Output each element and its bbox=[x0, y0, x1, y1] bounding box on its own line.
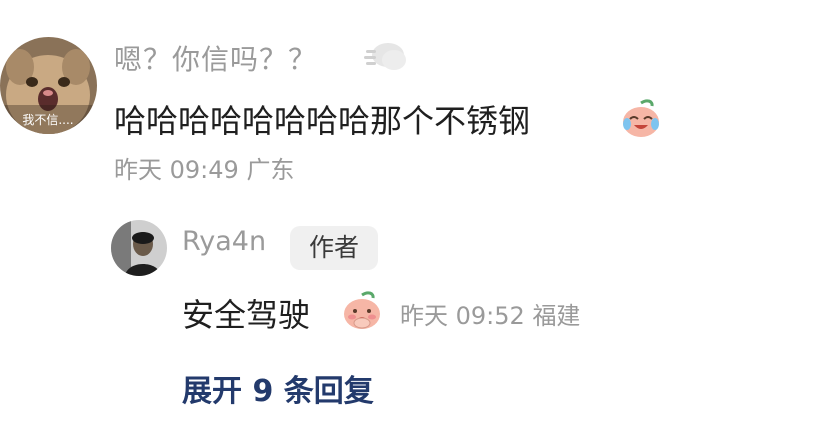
reply-avatar[interactable] bbox=[111, 220, 167, 276]
reply-time: 昨天 09:52 bbox=[400, 302, 525, 330]
comment-thread: 我不信.... 嗯？你信吗？？ 哈哈哈哈哈哈哈哈那个不锈钢 昨天 09:49 广… bbox=[0, 0, 826, 444]
reply-meta: 昨天 09:52 福建 bbox=[400, 296, 580, 331]
comment-meta: 昨天 09:49 广东 bbox=[114, 150, 294, 185]
expand-replies-link[interactable]: 展开 9 条回复 bbox=[182, 366, 374, 410]
commenter-avatar[interactable]: 我不信.... bbox=[0, 37, 97, 134]
svg-text:我不信....: 我不信.... bbox=[22, 113, 73, 127]
author-badge: 作者 bbox=[290, 226, 378, 270]
user-photo-avatar bbox=[111, 220, 167, 276]
crying-laughing-peach-emoji bbox=[620, 97, 662, 143]
comment-text: 哈哈哈哈哈哈哈哈那个不锈钢 bbox=[114, 102, 531, 140]
commenter-username[interactable]: 嗯？你信吗？？ bbox=[114, 38, 317, 78]
comment-time: 昨天 09:49 bbox=[114, 156, 239, 184]
speech-bubble-icon bbox=[364, 40, 408, 78]
cat-avatar-icon: 我不信.... bbox=[0, 37, 97, 134]
reply-text: 安全驾驶 bbox=[182, 296, 311, 334]
shy-peach-emoji bbox=[340, 289, 384, 335]
reply-username[interactable]: Rya4n bbox=[182, 226, 266, 257]
reply-location: 福建 bbox=[532, 302, 581, 330]
comment-location: 广东 bbox=[246, 156, 295, 184]
